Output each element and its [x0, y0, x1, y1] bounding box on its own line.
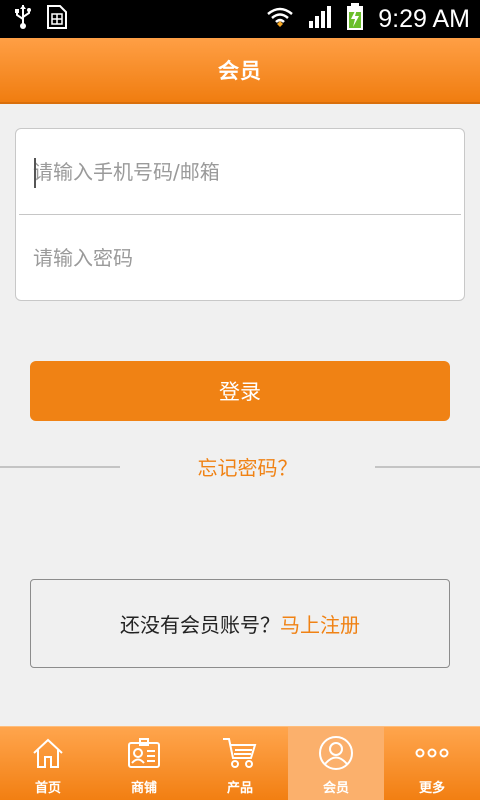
password-row	[16, 215, 464, 301]
tab-more[interactable]: 更多	[384, 727, 480, 800]
tab-label: 更多	[418, 781, 445, 796]
page-title: 会员	[218, 59, 262, 83]
tab-store[interactable]: 商铺	[96, 727, 192, 800]
forgot-password-link[interactable]: 忘记密码？	[120, 452, 375, 481]
cart-icon	[222, 735, 258, 771]
register-link[interactable]: 马上注册	[280, 609, 360, 638]
tab-home[interactable]: 首页	[0, 727, 96, 800]
tab-products[interactable]: 产品	[192, 727, 288, 800]
usb-icon	[14, 4, 32, 34]
status-bar: 9:29 AM	[0, 0, 480, 38]
store-card-icon	[126, 735, 162, 771]
divider-left	[0, 466, 120, 468]
login-button[interactable]: 登录	[30, 361, 450, 421]
home-icon	[30, 735, 66, 771]
tab-member[interactable]: 会员	[288, 727, 384, 800]
bottom-tab-bar: 首页 商铺 产品 会员 更多	[0, 726, 480, 800]
status-left	[14, 4, 68, 34]
sim-icon	[46, 4, 68, 34]
divider-right	[375, 466, 480, 468]
signal-icon	[308, 5, 332, 33]
password-input[interactable]	[33, 246, 464, 270]
wifi-icon	[266, 5, 294, 33]
user-icon	[318, 735, 354, 771]
register-box: 还没有会员账号？ 马上注册	[30, 579, 450, 668]
account-row	[16, 129, 464, 215]
login-form	[15, 128, 465, 301]
status-right: 9:29 AM	[266, 3, 470, 35]
account-input[interactable]	[33, 160, 464, 184]
tab-label: 首页	[34, 781, 61, 796]
more-icon	[414, 735, 450, 771]
tab-label: 商铺	[130, 781, 157, 796]
register-prompt: 还没有会员账号？	[120, 613, 280, 637]
tab-label: 会员	[322, 781, 349, 796]
tab-label: 产品	[226, 781, 253, 796]
battery-charging-icon	[346, 3, 364, 35]
text-caret	[34, 158, 36, 188]
header-bar: 会员	[0, 38, 480, 104]
status-time: 9:29 AM	[378, 4, 470, 33]
